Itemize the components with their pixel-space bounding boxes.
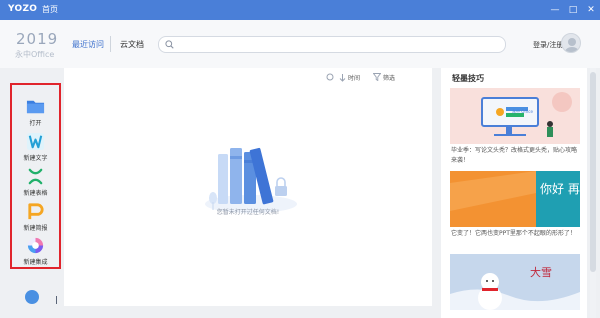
filter-button[interactable]: 筛选 [383, 73, 395, 82]
app-window: YOZO 首页 — □ ✕ 2019 永中Office 最近访问 云文档 登录/… [0, 0, 600, 318]
home-title[interactable]: 首页 [42, 4, 58, 15]
sidebar-item-new-doc[interactable]: 新建文字 [12, 132, 59, 166]
sidebar-item-open[interactable]: 打开 [12, 97, 59, 131]
tab-cloud-docs[interactable]: 云文档 [120, 39, 144, 50]
presentation-icon [28, 203, 44, 220]
integrated-icon [27, 237, 44, 254]
avatar[interactable] [561, 33, 581, 53]
maximize-button[interactable]: □ [564, 2, 582, 18]
sidebar-item-label: 新建简报 [23, 225, 48, 232]
search-input[interactable] [158, 36, 506, 53]
tab-recent[interactable]: 最近访问 [72, 39, 104, 50]
tips-panel: 轻墨技巧 永中 Office 毕业季：写论文头秃？改格式更头秃，贴心攻略来袭！ [441, 68, 587, 318]
tip-card-caption[interactable]: 毕业季：写论文头秃？改格式更头秃，贴心攻略来袭！ [451, 146, 579, 166]
spreadsheet-icon [28, 168, 43, 185]
office-illustration: 永中 Office [450, 88, 580, 144]
tip-card-image[interactable]: 你好 再见 [450, 171, 580, 227]
illustration-caption: 大雪 [530, 265, 552, 279]
sidebar-item-label: 打开 [29, 120, 42, 127]
minimize-button[interactable]: — [546, 2, 564, 18]
logo-year: 2019 [16, 30, 59, 48]
sort-by-time[interactable]: 时间 [348, 73, 360, 82]
recent-files-panel: 时间 筛选 您暂未打开过任何文档! [64, 68, 432, 306]
close-button[interactable]: ✕ [582, 2, 600, 18]
sidebar-resize-handle[interactable] [56, 296, 57, 304]
title-bar: YOZO 首页 — □ ✕ [0, 0, 600, 20]
folder-icon [26, 100, 45, 114]
slide-illustration: 你好 再见 [450, 171, 580, 227]
loading-icon [326, 73, 334, 81]
tab-divider [110, 36, 111, 52]
sidebar-item-new-integrated[interactable]: 新建集成 [12, 236, 59, 270]
sidebar: 打开 新建文字 新建表格 新建简报 新建集成 [0, 68, 64, 318]
word-doc-icon [26, 132, 45, 151]
cloud-sync-icon[interactable] [25, 290, 39, 304]
sidebar-item-new-sheet[interactable]: 新建表格 [12, 167, 59, 201]
tips-scrollbar-thumb[interactable] [590, 72, 596, 272]
login-register-link[interactable]: 登录/注册 [533, 40, 563, 50]
tip-card-image[interactable]: 大雪 [450, 254, 580, 310]
brand-logo: YOZO [8, 4, 38, 14]
illustration-caption: 你好 再见 [540, 182, 580, 196]
tip-card-caption[interactable]: 它变了！它两也变PPT里那个不起眼的形形了！ [451, 229, 579, 239]
user-icon [565, 38, 579, 52]
header-bar: 2019 永中Office 最近访问 云文档 登录/注册 [0, 20, 600, 68]
sort-toolbar: 时间 筛选 [326, 73, 416, 85]
logo-product-name: 永中Office [15, 50, 55, 59]
sidebar-item-new-slides[interactable]: 新建简报 [12, 202, 59, 236]
sidebar-item-label: 新建表格 [23, 190, 48, 197]
sidebar-item-label: 新建文字 [23, 155, 48, 162]
filter-icon [373, 73, 381, 81]
search-icon [165, 40, 174, 49]
sort-arrow-icon [339, 74, 346, 82]
main-bottom-margin [64, 306, 432, 318]
tip-card-image[interactable]: 永中 Office [450, 88, 580, 144]
panel-divider [432, 68, 441, 318]
illustration-caption: 永中 Office [512, 108, 533, 114]
tips-title: 轻墨技巧 [452, 74, 484, 83]
sidebar-item-label: 新建集成 [23, 259, 48, 266]
snow-illustration: 大雪 [450, 254, 580, 310]
empty-state-text: 您暂未打开过任何文档! [216, 209, 280, 216]
